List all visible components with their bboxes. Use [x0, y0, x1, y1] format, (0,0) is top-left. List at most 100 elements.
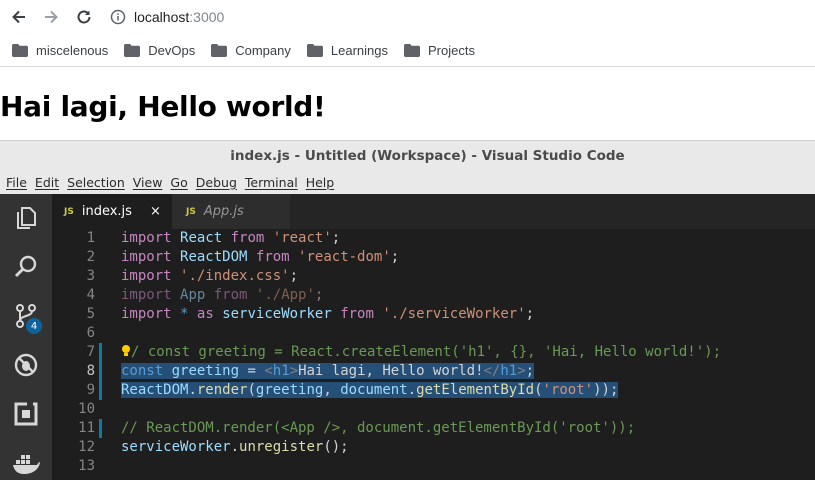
code-text: import * as serviceWorker from './servic… — [121, 306, 535, 322]
search-button[interactable] — [12, 253, 40, 281]
selected-code-text: const greeting = <h1>Hai lagi, Hello wor… — [121, 363, 535, 379]
close-icon[interactable]: × — [150, 194, 161, 229]
menu-go[interactable]: Go — [170, 175, 187, 190]
reload-button[interactable] — [73, 6, 95, 28]
debug-button[interactable] — [12, 351, 40, 379]
debug-icon — [14, 353, 38, 377]
activity-bar: 4 — [0, 194, 52, 480]
window-titlebar[interactable]: index.js - Untitled (Workspace) - Visual… — [0, 140, 815, 170]
selected-code-text: ReactDOM.render(greeting, document.getEl… — [121, 382, 619, 398]
line-number: 9 — [86, 382, 95, 398]
scm-badge: 4 — [26, 318, 42, 334]
docker-icon — [13, 455, 40, 474]
explorer-icon — [17, 207, 36, 229]
code-text: import './index.css'; — [121, 268, 299, 284]
menu-view[interactable]: View — [133, 175, 163, 190]
editor-tabs: JS index.js × JS App.js — [52, 194, 815, 229]
extensions-button[interactable] — [12, 400, 40, 428]
code-text: / const greeting = React.createElement('… — [121, 344, 721, 360]
line-number: 10 — [78, 401, 95, 417]
vscode-window: index.js - Untitled (Workspace) - Visual… — [0, 140, 815, 480]
back-arrow-icon — [12, 10, 25, 24]
code-line: 1 import React from 'react'; — [52, 229, 815, 248]
code-line: 11 // ReactDOM.render(<App />, document.… — [52, 419, 815, 438]
folder-icon — [124, 43, 141, 57]
bookmark-label: Company — [235, 42, 291, 58]
js-file-icon: JS — [64, 206, 74, 217]
forward-arrow-icon — [45, 10, 58, 24]
page-heading: Hai lagi, Hello world! — [0, 90, 326, 123]
tab-app-js[interactable]: JS App.js — [172, 194, 290, 229]
modified-gutter-marker — [99, 362, 102, 381]
code-text: serviceWorker.unregister(); — [121, 439, 349, 455]
code-line: 5 import * as serviceWorker from './serv… — [52, 305, 815, 324]
line-number: 11 — [78, 420, 95, 436]
line-number: 1 — [86, 230, 95, 246]
info-icon — [110, 9, 126, 25]
bookmark-folder-learnings[interactable]: Learnings — [306, 42, 388, 58]
explorer-button[interactable] — [12, 204, 40, 232]
tab-index-js[interactable]: JS index.js × — [52, 194, 172, 229]
bookmark-folder-company[interactable]: Company — [211, 43, 291, 58]
menu-file[interactable]: File — [6, 175, 27, 190]
menu-terminal[interactable]: Terminal — [245, 175, 298, 190]
search-icon — [14, 255, 37, 278]
bookmarks-bar: miscelenous DevOps Company Learnings Pro… — [0, 34, 815, 67]
line-number: 8 — [86, 363, 95, 379]
code-line: 3 import './index.css'; — [52, 267, 815, 286]
forward-button[interactable] — [40, 6, 62, 28]
code-line: 8 const greeting = <h1>Hai lagi, Hello w… — [52, 362, 815, 381]
code-text: import App from './App'; — [121, 287, 324, 303]
bookmark-label: Learnings — [330, 42, 388, 58]
window-title: index.js - Untitled (Workspace) - Visual… — [230, 147, 625, 164]
address-bar[interactable]: localhost:3000 — [110, 6, 224, 28]
lightbulb-icon[interactable] — [121, 344, 131, 358]
code-line: 4 import App from './App'; — [52, 286, 815, 305]
menu-selection[interactable]: Selection — [67, 175, 125, 190]
modified-gutter-marker — [99, 343, 102, 362]
tab-label: App.js — [203, 204, 244, 219]
folder-icon — [306, 43, 323, 57]
code-line: 10 — [52, 400, 815, 419]
back-button[interactable] — [8, 6, 30, 28]
line-number: 12 — [78, 439, 95, 455]
code-text: import React from 'react'; — [121, 230, 341, 246]
folder-icon — [403, 43, 420, 57]
bookmark-folder-projects[interactable]: Projects — [403, 42, 475, 58]
code-line: 6 — [52, 324, 815, 343]
code-text: // ReactDOM.render(<App />, document.get… — [121, 420, 636, 436]
line-number: 2 — [86, 249, 95, 265]
docker-button[interactable] — [12, 449, 40, 477]
code-editor[interactable]: 1 import React from 'react'; 2 import Re… — [52, 229, 815, 480]
menu-edit[interactable]: Edit — [35, 175, 59, 190]
menu-help[interactable]: Help — [306, 175, 335, 190]
reload-icon — [77, 10, 91, 24]
code-line: 12 serviceWorker.unregister(); — [52, 438, 815, 457]
modified-gutter-marker — [99, 381, 102, 400]
line-number: 13 — [78, 458, 95, 474]
menu-bar: File Edit Selection View Go Debug Termin… — [0, 170, 815, 194]
folder-icon — [211, 43, 228, 57]
line-number: 7 — [86, 344, 95, 360]
code-line: 2 import ReactDOM from 'react-dom'; — [52, 248, 815, 267]
code-text: import ReactDOM from 'react-dom'; — [121, 249, 400, 265]
bookmark-label: miscelenous — [36, 42, 109, 58]
bookmark-label: Projects — [427, 42, 475, 58]
code-line: 9 ReactDOM.render(greeting, document.get… — [52, 381, 815, 400]
folder-icon — [12, 43, 28, 57]
tab-label: index.js — [81, 204, 132, 219]
js-file-icon: JS — [186, 206, 196, 217]
bookmark-label: DevOps — [148, 42, 196, 58]
bookmark-folder-miscelenous[interactable]: miscelenous — [12, 43, 108, 58]
url-port: :3000 — [189, 9, 225, 25]
page-content: Hai lagi, Hello world! — [0, 68, 815, 140]
modified-gutter-marker — [99, 419, 102, 438]
line-number: 4 — [86, 287, 95, 303]
code-line: 13 — [52, 457, 815, 476]
menu-debug[interactable]: Debug — [196, 175, 237, 190]
line-number: 3 — [86, 268, 95, 284]
url-host: localhost — [134, 9, 190, 25]
extensions-icon — [14, 402, 38, 426]
browser-toolbar: localhost:3000 — [0, 0, 815, 34]
bookmark-folder-devops[interactable]: DevOps — [124, 43, 195, 58]
